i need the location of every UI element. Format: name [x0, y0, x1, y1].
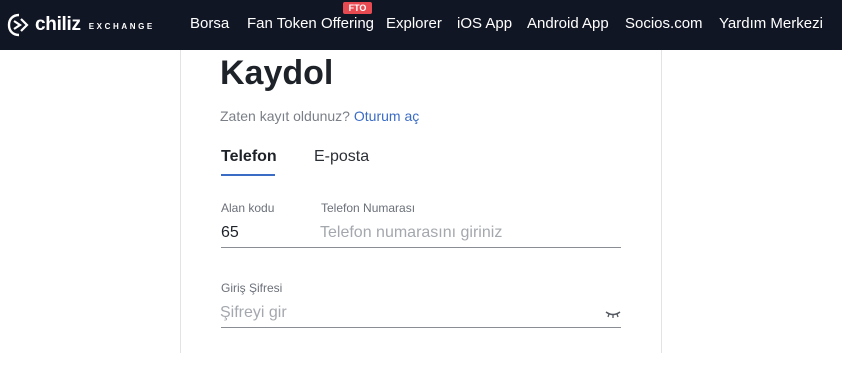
phone-underline — [221, 247, 621, 248]
nav-item-socios[interactable]: Socios.com — [625, 15, 703, 32]
active-tab-indicator — [221, 174, 275, 176]
fto-badge: FTO — [343, 2, 372, 14]
password-underline — [221, 327, 621, 328]
nav-item-help-center[interactable]: Yardım Merkezi — [719, 15, 823, 32]
tab-phone[interactable]: Telefon — [221, 148, 277, 166]
nav-item-ios-app[interactable]: iOS App — [457, 15, 512, 32]
password-input[interactable] — [220, 302, 598, 324]
nav-item-borsa[interactable]: Borsa — [190, 15, 229, 32]
signin-prompt-text: Zaten kayıt oldunuz? — [220, 108, 350, 124]
signin-link[interactable]: Oturum aç — [354, 108, 419, 124]
main-nav: Borsa Fan Token Offering FTO Explorer iO… — [0, 0, 842, 50]
phone-number-label: Telefon Numarası — [321, 201, 416, 215]
nav-item-explorer[interactable]: Explorer — [386, 15, 442, 32]
area-code-select[interactable]: 65 — [221, 224, 239, 242]
password-label: Giriş Şifresi — [221, 281, 283, 295]
page-title: Kaydol — [220, 54, 334, 92]
nav-item-fan-token-offering[interactable]: Fan Token Offering — [247, 15, 374, 32]
phone-number-input[interactable] — [320, 222, 620, 244]
top-navbar: chiliz EXCHANGE Borsa Fan Token Offering… — [0, 0, 842, 50]
eye-closed-icon[interactable] — [605, 306, 621, 318]
signin-prompt: Zaten kayıt oldunuz? Oturum aç — [220, 108, 419, 124]
tab-email[interactable]: E-posta — [314, 148, 369, 166]
area-code-label: Alan kodu — [221, 201, 275, 215]
nav-item-android-app[interactable]: Android App — [527, 15, 609, 32]
